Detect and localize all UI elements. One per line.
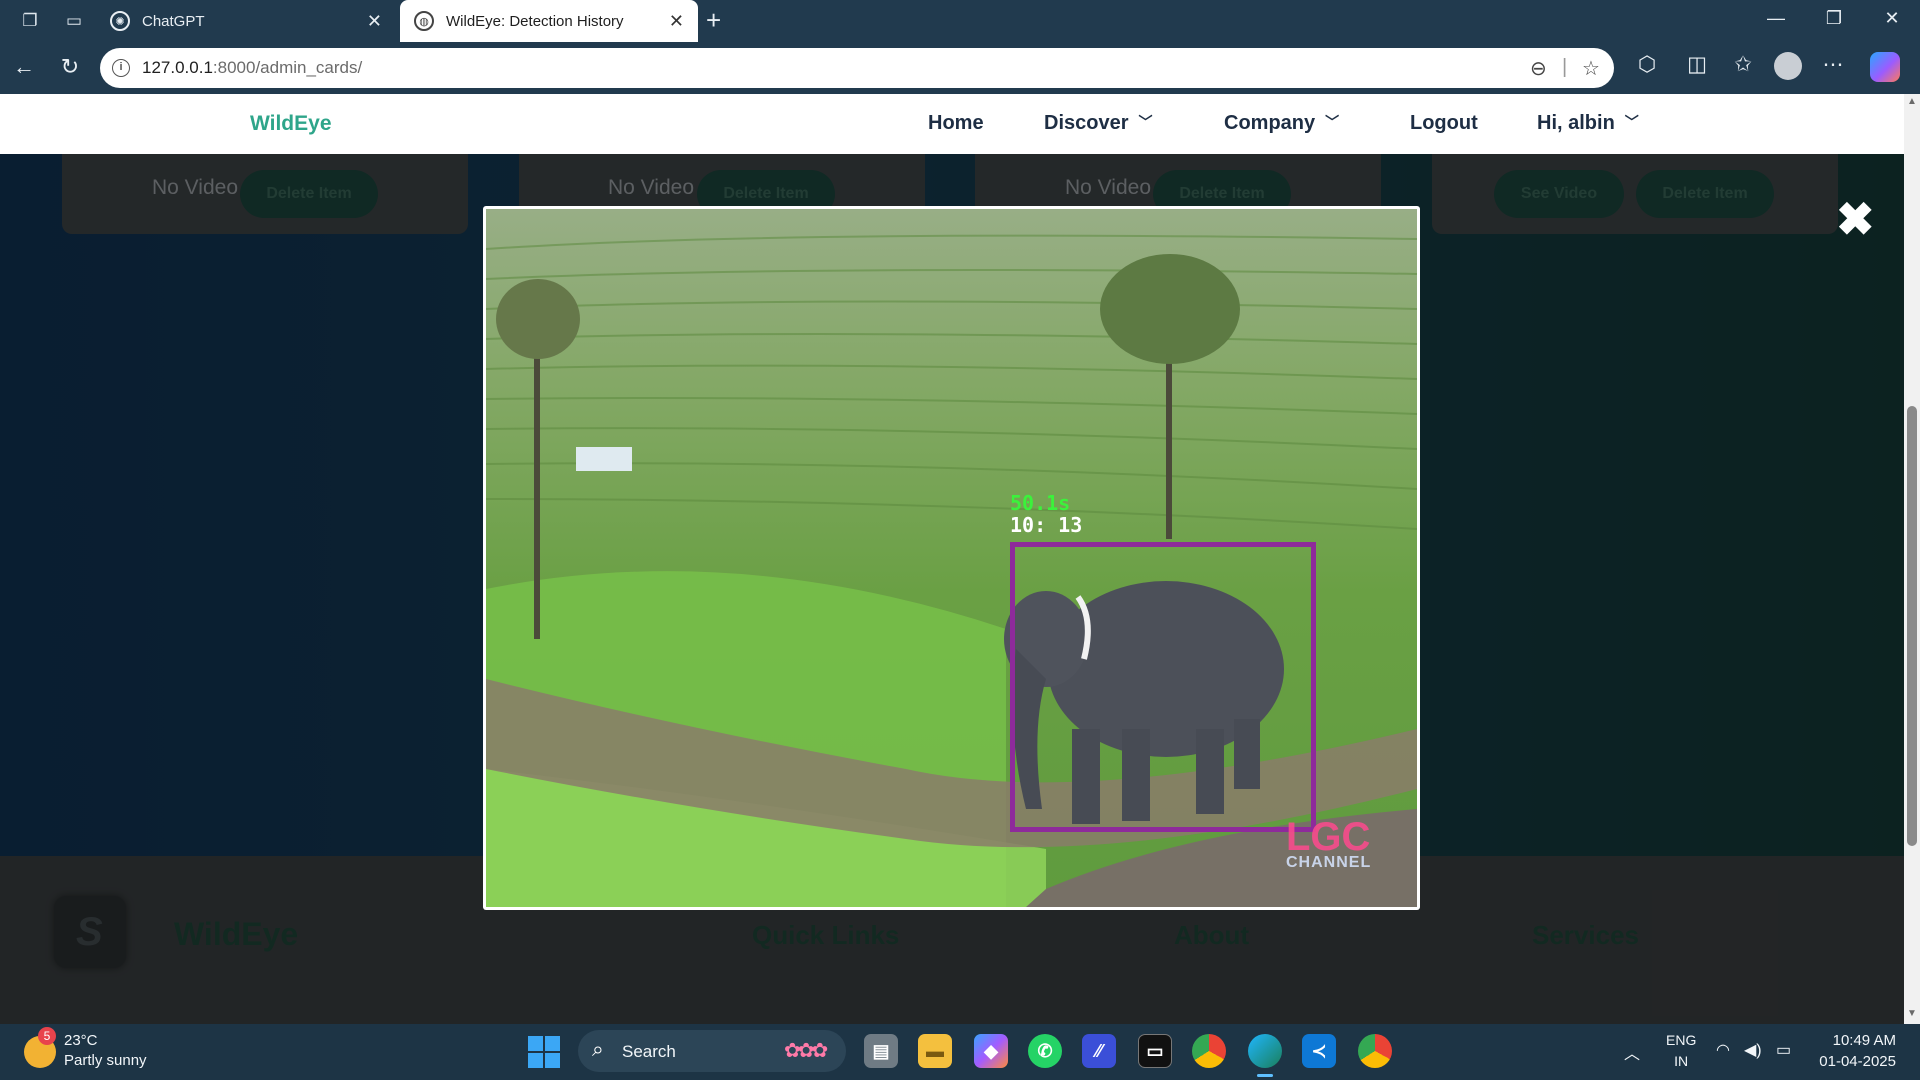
split-screen-icon[interactable]: ◫ <box>1680 52 1714 77</box>
system-clock[interactable]: 10:49 AM 01-04-2025 <box>1819 1030 1896 1072</box>
vertical-tabs-icon[interactable]: ▭ <box>60 8 88 34</box>
copilot-icon[interactable] <box>1870 52 1900 82</box>
site-info-icon[interactable]: i <box>112 59 130 77</box>
more-menu-icon[interactable]: ⋯ <box>1816 52 1850 77</box>
task-view-icon[interactable]: ▤ <box>864 1034 898 1068</box>
whatsapp-icon[interactable]: ✆ <box>1028 1034 1062 1068</box>
reload-icon[interactable]: ↻ <box>54 54 86 80</box>
tab-chatgpt[interactable]: ✺ ChatGPT ✕ <box>96 0 396 42</box>
address-bar-row: ← ↻ i 127.0.0.1:8000/admin_cards/ ⊖ | ☆ … <box>0 42 1920 94</box>
close-tab-icon[interactable]: ✕ <box>669 11 684 32</box>
site-navbar: WildEye Home Discover ﹀ Company ﹀ Logout H… <box>0 94 1904 154</box>
nav-discover[interactable]: Discover ﹀ <box>1044 112 1153 135</box>
powerautomate-icon[interactable]: ⁄⁄ <box>1082 1034 1116 1068</box>
vscode-icon[interactable]: ≺ <box>1302 1034 1336 1068</box>
chatgpt-favicon-icon: ✺ <box>110 11 130 31</box>
chevron-down-icon: ﹀ <box>1138 114 1153 130</box>
nav-user-menu[interactable]: Hi, albin ﹀ <box>1537 112 1639 135</box>
detection-video-frame[interactable]: 50.1s 10: 13 LGC CHANNEL <box>486 209 1417 907</box>
volume-icon[interactable]: ◀) <box>1744 1040 1762 1060</box>
weather-condition-text[interactable]: Partly sunny <box>64 1052 147 1069</box>
chrome-profile-icon[interactable] <box>1358 1034 1392 1068</box>
divider: | <box>1562 56 1568 78</box>
copilot-app-icon[interactable]: ◆ <box>974 1034 1008 1068</box>
nav-company[interactable]: Company ﹀ <box>1224 112 1339 135</box>
edge-icon[interactable] <box>1248 1034 1282 1077</box>
temperature-text[interactable]: 23°C <box>64 1032 98 1049</box>
wifi-icon[interactable]: ◠ <box>1716 1040 1730 1060</box>
scroll-up-icon[interactable]: ▲ <box>1907 96 1917 107</box>
workspaces-icon[interactable]: ❐ <box>16 8 44 34</box>
restore-icon[interactable]: ❐ <box>1814 8 1854 29</box>
file-explorer-icon[interactable]: ▬ <box>918 1034 952 1068</box>
terminal-icon[interactable]: ▭ <box>1138 1034 1172 1068</box>
search-icon: ⌕ <box>592 1038 604 1061</box>
tab-title: ChatGPT <box>142 12 205 30</box>
url-text: 127.0.0.1:8000/admin_cards/ <box>142 58 363 77</box>
site-brand[interactable]: WildEye <box>250 112 332 136</box>
close-window-icon[interactable]: ✕ <box>1872 8 1912 29</box>
profile-avatar[interactable] <box>1774 52 1802 80</box>
detection-bounding-box <box>1010 542 1316 832</box>
detection-label: 50.1s 10: 13 <box>1010 491 1083 537</box>
tab-title: WildEye: Detection History <box>446 12 624 30</box>
tab-detection-history[interactable]: ◍ WildEye: Detection History ✕ <box>400 0 698 42</box>
taskbar-search[interactable]: ⌕ Search ✿✿✿ <box>578 1030 846 1072</box>
windows-taskbar: 5 23°C Partly sunny ⌕ Search ✿✿✿ ▤ ▬ ◆ ✆… <box>0 1024 1920 1080</box>
page-scrollbar[interactable]: ▲ ▼ <box>1904 94 1920 1024</box>
weather-badge: 5 <box>38 1027 56 1045</box>
extensions-icon[interactable]: ⬡ <box>1630 52 1664 77</box>
favorites-icon[interactable]: ✩ <box>1726 52 1760 77</box>
back-icon[interactable]: ← <box>8 54 40 80</box>
globe-icon: ◍ <box>414 11 434 31</box>
favorite-star-icon[interactable]: ☆ <box>1582 56 1600 81</box>
minimize-icon[interactable]: — <box>1756 8 1796 29</box>
url-field[interactable]: i 127.0.0.1:8000/admin_cards/ ⊖ | ☆ <box>100 48 1614 88</box>
channel-watermark: LGC CHANNEL <box>1286 815 1372 871</box>
modal-close-icon[interactable]: ✖ <box>1836 196 1875 242</box>
nav-home[interactable]: Home <box>928 112 984 135</box>
nav-logout[interactable]: Logout <box>1410 112 1478 135</box>
search-label: Search <box>622 1042 676 1061</box>
browser-tab-bar: ❐ ▭ ✺ ChatGPT ✕ ◍ WildEye: Detection His… <box>0 0 1920 42</box>
video-modal: 50.1s 10: 13 LGC CHANNEL <box>483 206 1420 910</box>
chevron-down-icon: ﹀ <box>1325 114 1340 130</box>
read-aloud-icon[interactable]: ⊖ <box>1530 56 1547 81</box>
tulips-icon: ✿✿✿ <box>784 1040 828 1062</box>
chevron-down-icon: ﹀ <box>1624 114 1639 130</box>
show-hidden-icons-icon[interactable]: ︿ <box>1624 1040 1640 1064</box>
language-indicator[interactable]: ENG IN <box>1666 1030 1696 1072</box>
chrome-icon[interactable] <box>1192 1034 1226 1068</box>
scrollbar-thumb[interactable] <box>1907 406 1917 846</box>
new-tab-icon[interactable]: + <box>706 5 721 36</box>
battery-icon[interactable]: ▭ <box>1776 1040 1791 1060</box>
scroll-down-icon[interactable]: ▼ <box>1907 1008 1917 1019</box>
start-icon[interactable] <box>528 1036 560 1068</box>
close-tab-icon[interactable]: ✕ <box>367 11 382 32</box>
